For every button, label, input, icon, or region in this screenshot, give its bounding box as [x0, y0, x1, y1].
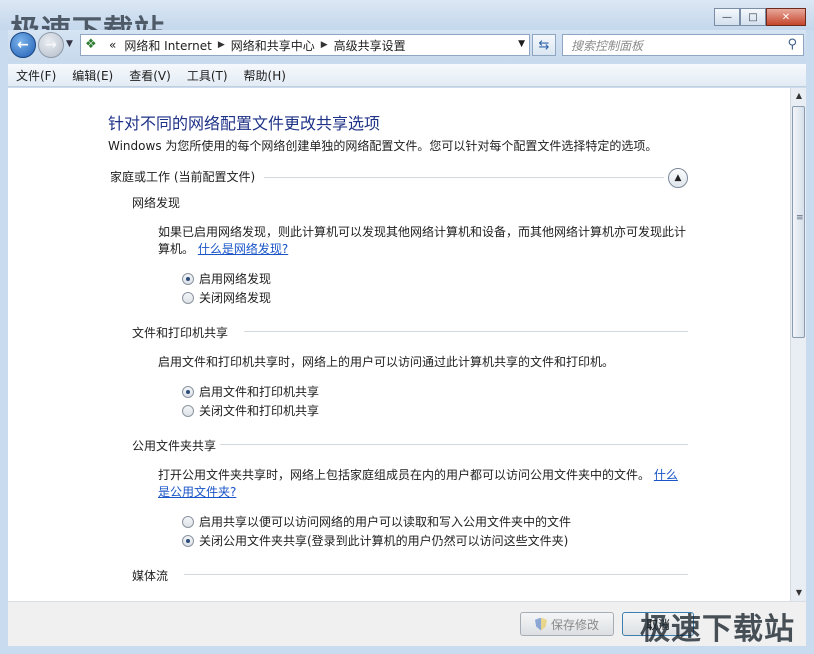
refresh-icon: ⇆	[538, 37, 550, 53]
breadcrumb-sharing-center[interactable]: 网络和共享中心	[227, 37, 319, 54]
radio-selected-icon[interactable]	[182, 534, 194, 547]
navigation-bar: ← → ▼ ❖ « 网络和 Internet ▶ 网络和共享中心 ▶ 高级共享设…	[0, 30, 814, 62]
option-label: 启用网络发现	[199, 272, 272, 286]
section-text-public-folder-sharing: 打开公用文件夹共享时，网络上包括家庭组成员在内的用户都可以访问公用文件夹中的文件…	[158, 467, 688, 501]
chevron-down-icon[interactable]: ▼	[518, 39, 525, 49]
back-button[interactable]: ←	[10, 32, 36, 58]
recent-pages-dropdown[interactable]: ▼	[66, 39, 73, 49]
profile-group-header: 家庭或工作 (当前配置文件)	[110, 170, 256, 184]
radio-selected-icon[interactable]	[182, 272, 194, 285]
search-placeholder: 搜索控制面板	[571, 38, 644, 53]
radio-enable-file-printer-sharing[interactable]: 启用文件和打印机共享	[182, 383, 319, 400]
title-bar: 极速下载站 — □ ✕	[0, 0, 814, 49]
radio-enable-public-folder-sharing[interactable]: 启用共享以便可以访问网络的用户可以读取和写入公用文件夹中的文件	[182, 513, 571, 530]
section-title-file-printer-sharing: 文件和打印机共享	[132, 326, 229, 340]
radio-disable-public-folder-sharing[interactable]: 关闭公用文件夹共享(登录到此计算机的用户仍然可以访问这些文件夹)	[182, 532, 568, 549]
search-input[interactable]: 搜索控制面板 ⚲	[562, 34, 804, 56]
page-description: Windows 为您所使用的每个网络创建单独的网络配置文件。您可以针对每个配置文…	[108, 139, 658, 153]
section-title-network-discovery: 网络发现	[132, 196, 181, 210]
radio-unselected-icon[interactable]	[182, 515, 194, 528]
scroll-up-icon[interactable]: ▲	[791, 88, 807, 104]
main-content: 针对不同的网络配置文件更改共享选项 Windows 为您所使用的每个网络创建单独…	[8, 88, 790, 601]
radio-enable-network-discovery[interactable]: 启用网络发现	[182, 270, 271, 287]
radio-disable-file-printer-sharing[interactable]: 关闭文件和打印机共享	[182, 402, 319, 419]
public-folder-text: 打开公用文件夹共享时，网络上包括家庭组成员在内的用户都可以访问公用文件夹中的文件…	[158, 468, 651, 482]
radio-unselected-icon[interactable]	[182, 291, 194, 304]
refresh-button[interactable]: ⇆	[532, 34, 556, 56]
network-icon: ❖	[85, 37, 97, 52]
divider	[220, 444, 688, 445]
chevron-right-icon[interactable]: ▶	[216, 40, 227, 50]
section-text-network-discovery: 如果已启用网络发现，则此计算机可以发现其他网络计算机和设备，而其他网络计算机亦可…	[158, 224, 688, 258]
menu-edit[interactable]: 编辑(E)	[72, 67, 113, 84]
radio-selected-icon[interactable]	[182, 385, 194, 398]
option-label: 启用共享以便可以访问网络的用户可以读取和写入公用文件夹中的文件	[199, 515, 572, 529]
grip-icon: ≡	[796, 213, 804, 223]
option-label: 启用文件和打印机共享	[199, 385, 320, 399]
window-frame-left	[0, 30, 8, 654]
window-controls: — □ ✕	[714, 8, 806, 26]
breadcrumb-prefix[interactable]: «	[105, 38, 120, 52]
section-text-file-printer-sharing: 启用文件和打印机共享时，网络上的用户可以访问通过此计算机共享的文件和打印机。	[158, 355, 615, 369]
breadcrumb-advanced-sharing[interactable]: 高级共享设置	[330, 37, 410, 54]
divider	[264, 177, 664, 178]
option-label: 关闭文件和打印机共享	[199, 404, 320, 418]
option-label: 关闭网络发现	[199, 291, 272, 305]
chevron-up-icon: ▲	[674, 173, 682, 183]
breadcrumb-network-internet[interactable]: 网络和 Internet	[120, 37, 215, 54]
watermark-bottom: 极速下载站	[640, 612, 795, 647]
maximize-button[interactable]: □	[740, 8, 766, 26]
back-arrow-icon: ←	[17, 37, 29, 53]
option-label: 关闭公用文件夹共享(登录到此计算机的用户仍然可以访问这些文件夹)	[199, 534, 569, 548]
radio-disable-network-discovery[interactable]: 关闭网络发现	[182, 289, 271, 306]
divider	[244, 331, 688, 332]
network-discovery-help-link[interactable]: 什么是网络发现?	[198, 242, 288, 256]
page-title: 针对不同的网络配置文件更改共享选项	[108, 114, 381, 133]
radio-unselected-icon[interactable]	[182, 404, 194, 417]
section-title-media-streaming: 媒体流	[132, 569, 169, 583]
forward-arrow-icon: →	[45, 37, 57, 53]
chevron-right-icon[interactable]: ▶	[319, 40, 330, 50]
address-bar[interactable]: ❖ « 网络和 Internet ▶ 网络和共享中心 ▶ 高级共享设置 ▼	[80, 34, 530, 56]
menu-help[interactable]: 帮助(H)	[244, 67, 286, 84]
search-icon[interactable]: ⚲	[787, 37, 797, 52]
uac-shield-icon	[534, 617, 547, 631]
menu-view[interactable]: 查看(V)	[129, 67, 171, 84]
divider	[184, 574, 688, 575]
vertical-scrollbar[interactable]: ▲ ≡ ▼	[790, 88, 806, 601]
scroll-down-icon[interactable]: ▼	[791, 585, 807, 601]
save-changes-button[interactable]: 保存修改	[520, 612, 614, 636]
window-frame-right	[806, 30, 814, 654]
menu-bar: 文件(F) 编辑(E) 查看(V) 工具(T) 帮助(H)	[8, 64, 806, 87]
menu-file[interactable]: 文件(F)	[16, 67, 56, 84]
close-button[interactable]: ✕	[766, 8, 806, 26]
minimize-button[interactable]: —	[714, 8, 740, 26]
save-label: 保存修改	[550, 617, 599, 632]
forward-button[interactable]: →	[38, 32, 64, 58]
collapse-button[interactable]: ▲	[668, 168, 688, 188]
section-title-public-folder-sharing: 公用文件夹共享	[132, 439, 217, 453]
menu-tools[interactable]: 工具(T)	[187, 67, 228, 84]
scroll-thumb[interactable]: ≡	[792, 106, 805, 338]
